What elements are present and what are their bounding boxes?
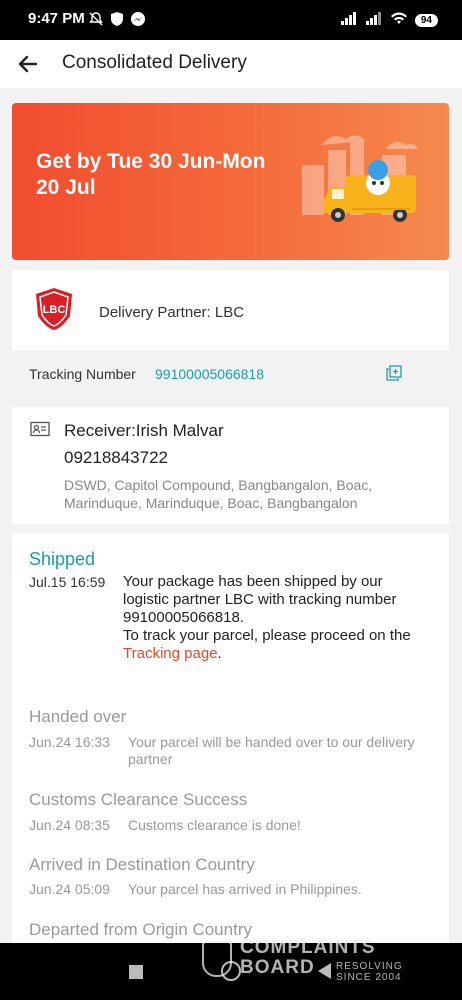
- wifi-icon: [390, 11, 408, 30]
- watermark-line-1: COMPLAINTS: [240, 937, 376, 958]
- watermark-tagline: RESOLVING SINCE 2004: [336, 961, 403, 983]
- timeline-event-status: Customs Clearance Success: [29, 790, 248, 809]
- lbc-logo: LBC: [32, 286, 76, 337]
- timeline-event-time: Jun.24 16:33: [29, 734, 110, 750]
- copy-icon[interactable]: [386, 365, 402, 386]
- watermark-shield-icon: [202, 941, 232, 977]
- timeline-event-description: Your parcel has arrived in Philippines.: [128, 881, 362, 897]
- current-status-time: Jul.15 16:59: [29, 574, 106, 590]
- battery-icon: 94: [414, 14, 438, 27]
- tracking-number-value[interactable]: 99100005066818: [155, 366, 264, 382]
- complaintsboard-watermark: COMPLAINTS BOARD RESOLVING SINCE 2004: [200, 937, 415, 983]
- id-card-icon: [30, 421, 50, 442]
- tracking-number-label: Tracking Number: [29, 366, 136, 382]
- delivery-estimate-banner: Get by Tue 30 Jun-Mon 20 Jul: [12, 103, 449, 260]
- timeline-event-status: Handed over: [29, 707, 127, 726]
- status-time: 9:47 PM: [28, 10, 85, 27]
- mute-icon: [88, 11, 104, 32]
- receiver-address: DSWD, Capitol Compound, Bangbangalon, Bo…: [64, 477, 373, 511]
- page-title: Consolidated Delivery: [62, 52, 247, 73]
- receiver-card: Receiver:Irish Malvar 09218843722 DSWD, …: [12, 407, 449, 524]
- app-bar: Consolidated Delivery: [0, 40, 462, 88]
- delivery-partner-card: LBC Delivery Partner: LBC: [12, 270, 449, 350]
- timeline-event-description: Customs clearance is done!: [128, 817, 301, 833]
- timeline-event-time: Jun.24 08:35: [29, 817, 110, 833]
- svg-text:LBC: LBC: [43, 304, 66, 316]
- receiver-phone: 09218843722: [64, 448, 169, 467]
- shield-icon: [110, 11, 124, 32]
- signal-icon: [365, 11, 383, 30]
- timeline-event-status: Arrived in Destination Country: [29, 855, 255, 874]
- signal-icon: [340, 11, 358, 30]
- delivery-truck-illustration: [302, 135, 418, 222]
- recent-apps-button[interactable]: [129, 965, 143, 979]
- timeline-event-description: Your parcel will be handed over to our d…: [128, 734, 415, 767]
- tracking-page-link[interactable]: Tracking page: [123, 645, 218, 662]
- estimated-delivery-date: Get by Tue 30 Jun-Mon 20 Jul: [36, 150, 266, 199]
- timeline-event-time: Jun.24 05:09: [29, 881, 110, 897]
- current-status-description: Your package has been shipped by our log…: [123, 573, 411, 662]
- status-bar: 9:47 PM 94: [0, 0, 462, 40]
- back-arrow-icon[interactable]: [14, 50, 42, 78]
- shipment-timeline: Shipped Jul.15 16:59 Your package has be…: [12, 533, 449, 953]
- receiver-name: Receiver:Irish Malvar: [64, 421, 224, 440]
- current-status: Shipped: [29, 549, 96, 569]
- messenger-icon: [130, 11, 146, 32]
- delivery-partner-label: Delivery Partner: LBC: [99, 304, 245, 321]
- watermark-line-2: BOARD: [240, 957, 315, 978]
